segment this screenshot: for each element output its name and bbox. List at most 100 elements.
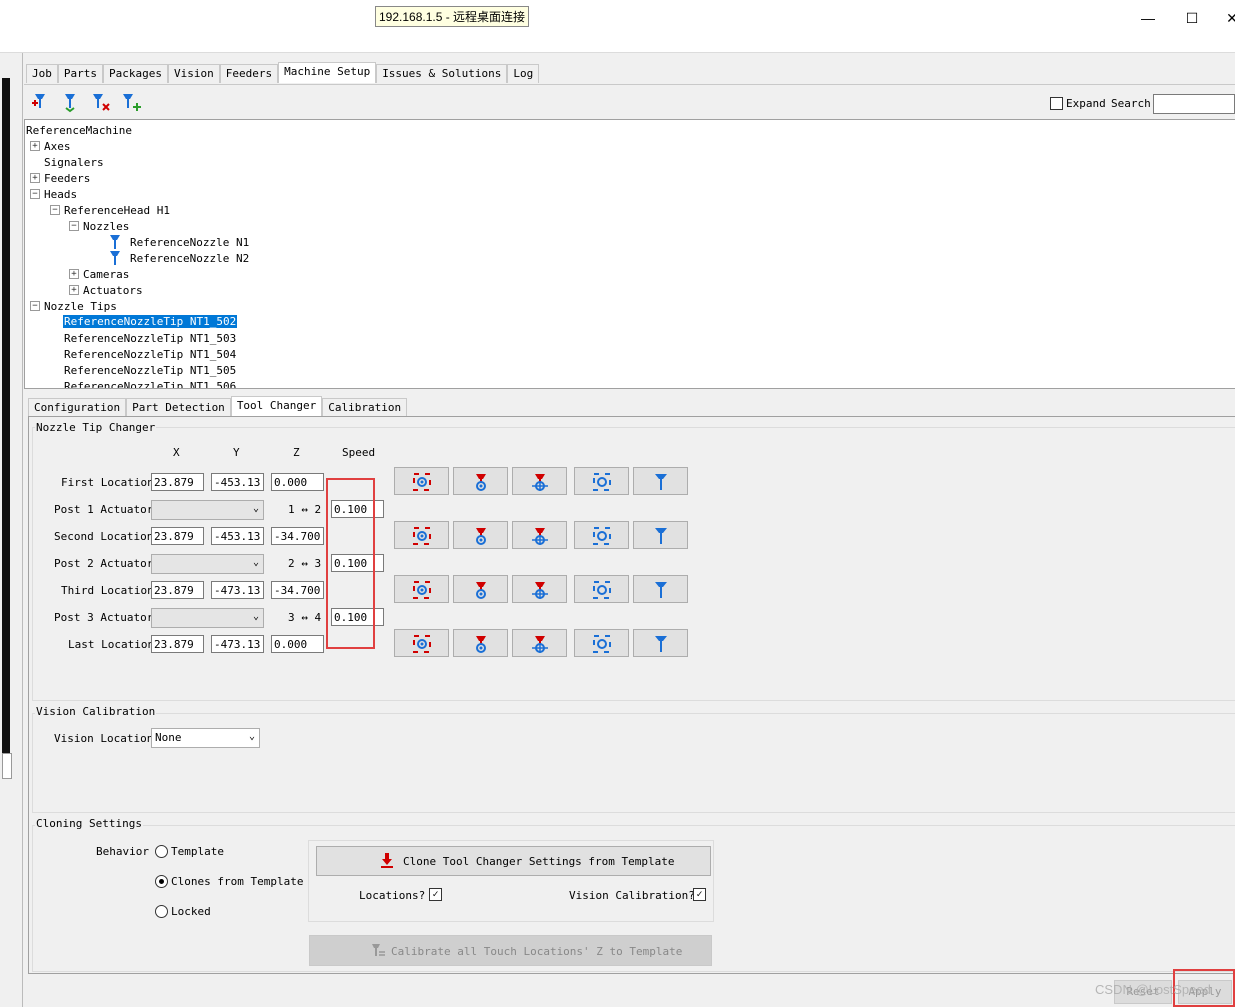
nozzle-down-icon[interactable] (60, 91, 82, 113)
expand-toggle-icon[interactable]: + (69, 285, 79, 295)
tree-tip[interactable]: ReferenceNozzleTip NT1_504 (64, 348, 236, 361)
radio-template[interactable] (155, 845, 168, 858)
move-tool-z-button[interactable] (633, 629, 688, 657)
capture-camera-button[interactable] (394, 575, 449, 603)
vision-location-select[interactable]: None ⌄ (151, 728, 260, 748)
capture-tool-button[interactable] (453, 521, 508, 549)
tab-job[interactable]: Job (26, 64, 58, 83)
collapse-toggle-icon[interactable]: − (50, 205, 60, 215)
second-y-field[interactable] (211, 527, 264, 545)
second-z-field[interactable] (271, 527, 324, 545)
second-location-label: Second Location (54, 530, 154, 543)
tree-tip-selected[interactable]: ReferenceNozzleTip NT1_502 (63, 315, 238, 328)
capture-tool-button[interactable] (453, 629, 508, 657)
move-tool-z-button[interactable] (633, 575, 688, 603)
vision-cal-checkbox[interactable]: ✓ (693, 888, 706, 901)
capture-tool-button[interactable] (453, 467, 508, 495)
tab-issues-solutions[interactable]: Issues & Solutions (376, 64, 508, 83)
move-tool-z-button[interactable] (633, 467, 688, 495)
tree-tip[interactable]: ReferenceNozzleTip NT1_505 (64, 364, 236, 377)
tab-packages[interactable]: Packages (103, 64, 168, 83)
position-camera-button[interactable] (574, 467, 629, 495)
add-nozzle-icon[interactable] (30, 91, 52, 113)
tree-nozzle-n2[interactable]: ReferenceNozzle N2 (130, 252, 249, 265)
radio-locked-label: Locked (171, 905, 211, 918)
position-camera-button[interactable] (574, 629, 629, 657)
position-camera-button[interactable] (574, 575, 629, 603)
first-x-field[interactable] (151, 473, 204, 491)
tab-configuration[interactable]: Configuration (28, 398, 127, 417)
maximize-button[interactable]: ☐ (1182, 8, 1202, 28)
expand-toggle-icon[interactable]: + (30, 141, 40, 151)
capture-camera-button[interactable] (394, 629, 449, 657)
tab-machine-setup[interactable]: Machine Setup (278, 62, 377, 83)
collapse-toggle-icon[interactable]: − (69, 221, 79, 231)
tree-nozzles[interactable]: Nozzles (83, 220, 129, 233)
post3-actuator-label: Post 3 Actuator (54, 611, 154, 624)
tree-actuators[interactable]: Actuators (83, 284, 143, 297)
position-tool-button[interactable] (512, 575, 567, 603)
first-y-field[interactable] (211, 473, 264, 491)
tree-tip[interactable]: ReferenceNozzleTip NT1_506 (64, 380, 236, 388)
tree-heads[interactable]: Heads (44, 188, 77, 201)
clone-settings-button[interactable]: Clone Tool Changer Settings from Templat… (316, 846, 711, 876)
left-collapsed-panel (0, 53, 23, 1007)
last-y-field[interactable] (211, 635, 264, 653)
second-x-field[interactable] (151, 527, 204, 545)
radio-locked[interactable] (155, 905, 168, 918)
speed12-label: 1 ↔ 2 (288, 503, 322, 516)
tab-log[interactable]: Log (507, 64, 540, 83)
tree-feeders[interactable]: Feeders (44, 172, 90, 185)
post1-actuator-select[interactable]: ⌄ (151, 500, 264, 520)
first-z-field[interactable] (271, 473, 324, 491)
tab-tool-changer[interactable]: Tool Changer (230, 396, 323, 417)
minimize-button[interactable]: — (1138, 8, 1158, 28)
tree-nozzle-n1[interactable]: ReferenceNozzle N1 (130, 236, 249, 249)
tree-tip[interactable]: ReferenceNozzleTip NT1_503 (64, 332, 236, 345)
third-y-field[interactable] (211, 581, 264, 599)
tree-signalers[interactable]: Signalers (44, 156, 104, 169)
position-tool-button[interactable] (512, 521, 567, 549)
radio-clones-label: Clones from Template (171, 875, 304, 888)
last-x-field[interactable] (151, 635, 204, 653)
third-z-field[interactable] (271, 581, 324, 599)
post1-actuator-label: Post 1 Actuator (54, 503, 154, 516)
tab-feeders[interactable]: Feeders (219, 64, 279, 83)
nozzle-icon (110, 251, 120, 265)
last-z-field[interactable] (271, 635, 324, 653)
side-combo[interactable] (2, 753, 12, 779)
third-x-field[interactable] (151, 581, 204, 599)
expand-toggle-icon[interactable]: + (30, 173, 40, 183)
expand-checkbox[interactable] (1050, 97, 1063, 110)
copy-nozzle-icon[interactable] (120, 91, 142, 113)
delete-nozzle-icon[interactable] (90, 91, 112, 113)
post3-actuator-select[interactable]: ⌄ (151, 608, 264, 628)
close-button[interactable]: ✕ (1222, 8, 1235, 28)
post2-actuator-select[interactable]: ⌄ (151, 554, 264, 574)
move-tool-z-icon (655, 528, 667, 544)
position-tool-button[interactable] (512, 629, 567, 657)
capture-tool-button[interactable] (453, 575, 508, 603)
collapse-toggle-icon[interactable]: − (30, 189, 40, 199)
locations-checkbox[interactable]: ✓ (429, 888, 442, 901)
expand-toggle-icon[interactable]: + (69, 269, 79, 279)
tree-nozzle-tips[interactable]: Nozzle Tips (44, 300, 117, 313)
tree-root[interactable]: ReferenceMachine (26, 124, 132, 137)
capture-camera-button[interactable] (394, 521, 449, 549)
search-input[interactable] (1153, 94, 1235, 114)
tree-cameras[interactable]: Cameras (83, 268, 129, 281)
tab-parts[interactable]: Parts (57, 64, 103, 83)
collapse-toggle-icon[interactable]: − (30, 301, 40, 311)
calibrate-touch-button[interactable]: Calibrate all Touch Locations' Z to Temp… (309, 935, 712, 966)
capture-camera-icon (413, 473, 431, 491)
position-camera-button[interactable] (574, 521, 629, 549)
position-tool-button[interactable] (512, 467, 567, 495)
tree-head-h1[interactable]: ReferenceHead H1 (64, 204, 170, 217)
tab-vision[interactable]: Vision (167, 64, 220, 83)
tab-calibration[interactable]: Calibration (322, 398, 408, 417)
move-tool-z-button[interactable] (633, 521, 688, 549)
tree-axes[interactable]: Axes (44, 140, 71, 153)
tab-part-detection[interactable]: Part Detection (126, 398, 231, 417)
capture-camera-button[interactable] (394, 467, 449, 495)
radio-clones-from-template[interactable] (155, 875, 168, 888)
